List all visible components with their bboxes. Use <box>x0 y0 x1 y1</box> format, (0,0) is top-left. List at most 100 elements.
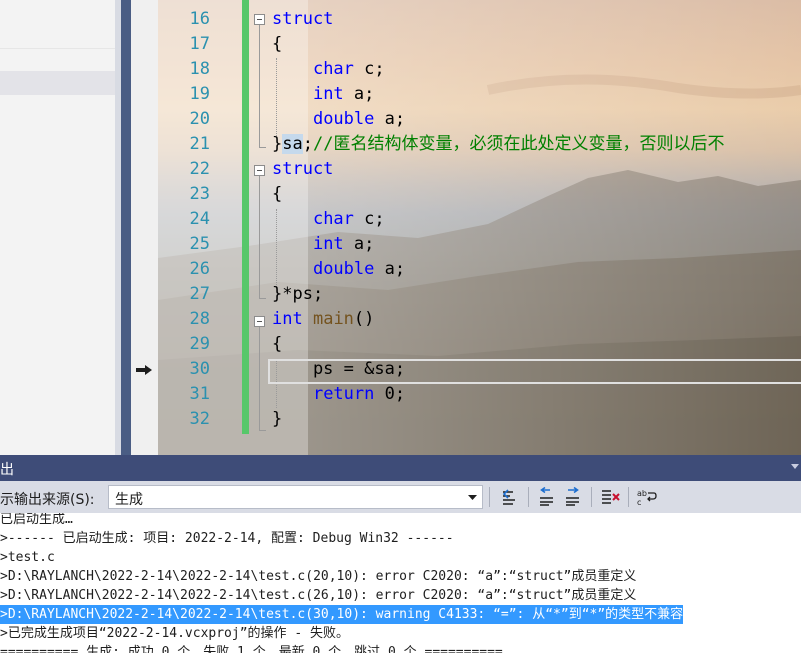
output-line: 已启动生成… <box>0 513 73 527</box>
toolbar-separator <box>628 487 629 507</box>
output-source-value: 生成 <box>115 492 143 508</box>
code-line: } <box>272 407 282 432</box>
outline-line <box>259 327 260 430</box>
code-token: { <box>272 34 283 54</box>
output-source-dropdown[interactable]: 生成 <box>108 485 483 509</box>
code-token: struct <box>272 159 334 179</box>
line-number: 19 <box>189 84 210 104</box>
line-number: 26 <box>189 259 210 279</box>
line-number: 17 <box>189 34 210 54</box>
code-line: }*ps; <box>272 282 323 307</box>
code-token: a; <box>374 259 406 279</box>
code-line: }sa;//匿名结构体变量，必须在此处定义变量，否则以后不 <box>272 132 724 157</box>
collapse-struct-1-button[interactable] <box>254 14 265 25</box>
code-token: struct <box>272 9 334 29</box>
line-number: 16 <box>189 9 210 29</box>
code-token: a; <box>343 234 375 254</box>
find-in-output-icon <box>502 489 515 505</box>
output-panel-title: 出 <box>0 462 14 478</box>
previous-message-button[interactable] <box>536 486 558 508</box>
output-source-label: 示输出来源(S): <box>0 492 95 508</box>
line-number: 30 <box>189 359 210 379</box>
code-token: main <box>312 309 354 329</box>
output-line: >D:\RAYLANCH\2022-2-14\2022-2-14\test.c(… <box>0 569 637 584</box>
code-token: 0; <box>374 384 406 404</box>
code-line: char c; <box>272 207 385 232</box>
code-token: //匿名结构体变量，必须在此处定义变量，否则以后不 <box>312 134 725 154</box>
code-token: () <box>353 309 375 329</box>
solution-explorer-panel <box>0 0 121 455</box>
word-wrap-icon: ab c <box>637 489 657 507</box>
outline-end <box>259 298 266 299</box>
code-line: ps = &sa; <box>272 357 405 382</box>
svg-text:c: c <box>637 498 641 507</box>
code-line: { <box>272 32 282 57</box>
collapse-main-button[interactable] <box>254 316 265 327</box>
clear-all-icon <box>602 490 620 504</box>
code-token: ; <box>302 134 313 154</box>
ide-window: 16 17 18 19 20 21 22 23 24 25 26 27 28 2… <box>0 0 801 653</box>
toggle-word-wrap-button[interactable]: ab c <box>636 486 658 508</box>
code-line: int main() <box>272 307 374 332</box>
code-token: { <box>272 334 283 354</box>
output-line: >D:\RAYLANCH\2022-2-14\2022-2-14\test.c(… <box>0 588 637 603</box>
output-line-selected: >D:\RAYLANCH\2022-2-14\2022-2-14\test.c(… <box>0 605 684 624</box>
code-token: double <box>312 109 375 129</box>
glyph-margin[interactable] <box>131 0 158 455</box>
code-token: }*ps; <box>272 284 324 304</box>
output-line: >test.c <box>0 550 55 565</box>
next-message-icon <box>566 486 579 506</box>
code-token: a; <box>374 109 406 129</box>
code-line: double a; <box>272 257 405 282</box>
dropdown-arrow-icon[interactable] <box>791 463 799 471</box>
code-line: double a; <box>272 107 405 132</box>
code-token: double <box>312 259 375 279</box>
code-line: int a; <box>272 232 374 257</box>
line-number: 31 <box>189 384 210 404</box>
code-token: char <box>312 59 354 79</box>
code-token: int <box>312 84 344 104</box>
line-number: 24 <box>189 209 210 229</box>
code-line: { <box>272 182 282 207</box>
output-title-bar[interactable]: 出 <box>0 455 801 481</box>
code-line: char c; <box>272 57 385 82</box>
line-number: 18 <box>189 59 210 79</box>
editor-background-image <box>158 0 801 455</box>
outline-line <box>259 25 260 147</box>
code-line: struct <box>272 7 333 32</box>
code-token: } <box>272 409 283 429</box>
change-tracking-bar <box>242 0 249 434</box>
panel-selected-row[interactable] <box>0 71 121 95</box>
code-line: return 0; <box>272 382 405 407</box>
code-token: a; <box>343 84 375 104</box>
code-token: int <box>312 234 344 254</box>
outline-end <box>259 147 266 148</box>
code-line: { <box>272 332 282 357</box>
line-number: 22 <box>189 159 210 179</box>
toolbar-separator <box>528 487 529 507</box>
code-token: } <box>272 134 283 154</box>
toolbar-separator <box>591 487 592 507</box>
code-token: sa <box>282 134 303 154</box>
find-in-output-button[interactable] <box>499 486 521 508</box>
code-token: char <box>312 209 354 229</box>
output-line: >已完成生成项目“2022-2-14.vcxproj”的操作 - 失败。 <box>0 626 350 641</box>
panel-splitter[interactable] <box>121 0 131 455</box>
collapse-struct-2-button[interactable] <box>254 165 265 176</box>
clear-all-button[interactable] <box>599 486 621 508</box>
code-line: int a; <box>272 82 374 107</box>
output-line: >------ 已启动生成: 项目: 2022-2-14, 配置: Debug … <box>0 531 454 546</box>
output-text-area[interactable]: 已启动生成… >------ 已启动生成: 项目: 2022-2-14, 配置:… <box>0 513 801 653</box>
line-number: 23 <box>189 184 210 204</box>
code-token: ps = &sa; <box>272 359 406 379</box>
code-token: return <box>312 384 375 404</box>
next-message-button[interactable] <box>562 486 584 508</box>
output-panel: 出 示输出来源(S): 生成 ab c 已启动生成… >------ 已启动生成… <box>0 455 801 653</box>
code-token: { <box>272 184 283 204</box>
